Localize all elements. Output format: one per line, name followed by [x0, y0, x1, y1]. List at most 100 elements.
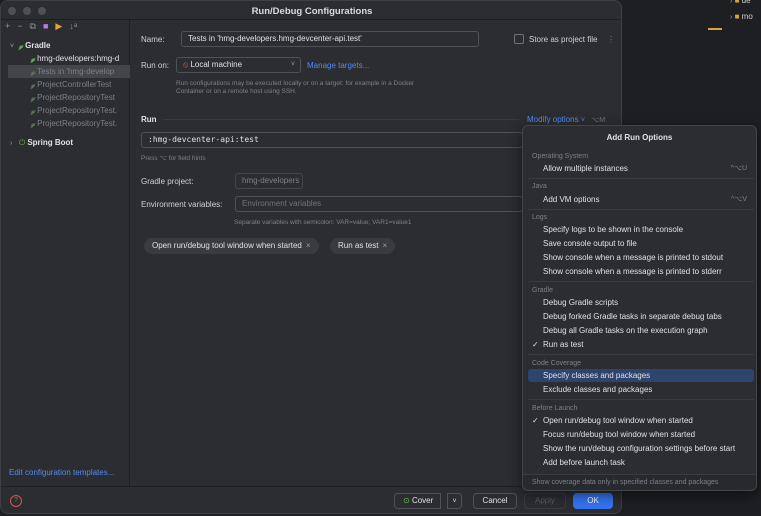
gradle-project-field[interactable]: hmg-developers	[235, 173, 303, 189]
option-shortcut: ^⌥U	[730, 165, 747, 172]
chevron-down-icon: ˅	[10, 43, 15, 50]
title-bar: Run/Debug Configurations	[1, 1, 621, 20]
option-debug-gradle-scripts[interactable]: Debug Gradle scripts	[528, 296, 754, 309]
tree-item-label: Tests in 'hmg-develop	[37, 67, 115, 76]
close-icon[interactable]: ×	[382, 241, 387, 250]
option-run-as-test[interactable]: ✓ Run as test	[528, 338, 754, 351]
option-label: Run as test	[543, 340, 584, 349]
option-label: Show console when a message is printed t…	[543, 253, 724, 262]
option-label: Save console output to file	[543, 239, 637, 248]
option-specify-logs[interactable]: Specify logs to be shown in the console	[528, 223, 754, 236]
option-show-settings-before-start[interactable]: Show the run/debug configuration setting…	[528, 442, 754, 455]
ok-button[interactable]: OK	[573, 493, 613, 509]
option-exclude-classes[interactable]: Exclude classes and packages	[528, 383, 754, 396]
field-hint: Press ⌥ for field hints	[141, 155, 206, 162]
remove-icon[interactable]: −	[17, 21, 22, 31]
apply-button[interactable]: Apply	[524, 493, 566, 509]
chip-label: Run as test	[338, 241, 379, 250]
chevron-right-icon: ›	[730, 14, 733, 21]
tree-item-config[interactable]: 𝓰 ProjectRepositoryTest.	[1, 117, 130, 130]
edit-templates-link[interactable]: Edit configuration templates...	[9, 468, 114, 477]
chevron-right-icon: ›	[10, 140, 13, 147]
gradle-icon: 𝓰	[31, 108, 36, 115]
option-open-tool-window[interactable]: ✓ Open run/debug tool window when starte…	[528, 414, 754, 427]
option-label: Debug Gradle scripts	[543, 298, 619, 307]
env-variables-field[interactable]: Environment variables	[235, 196, 523, 212]
dialog-title: Run/Debug Configurations	[251, 6, 373, 17]
tree-item-config[interactable]: 𝓰 ProjectControllerTest	[1, 78, 130, 91]
option-shortcut: ^⌥V	[730, 196, 747, 203]
group-divider	[528, 178, 754, 179]
help-button[interactable]: ?	[10, 495, 22, 507]
option-specify-classes[interactable]: Specify classes and packages	[528, 369, 754, 382]
gradle-icon: 𝓰	[31, 82, 36, 89]
add-icon[interactable]: +	[5, 21, 10, 31]
group-header: Before Launch	[532, 405, 578, 412]
option-show-console-stderr[interactable]: Show console when a message is printed t…	[528, 265, 754, 278]
option-allow-multiple-instances[interactable]: Allow multiple instances ^⌥U	[528, 162, 754, 175]
gradle-project-label: Gradle project:	[141, 177, 194, 186]
save-icon[interactable]: ■	[43, 21, 48, 31]
group-divider	[528, 209, 754, 210]
background-editor-marker	[708, 28, 722, 30]
modify-options-label: Modify options	[527, 115, 579, 124]
option-add-vm-options[interactable]: Add VM options ^⌥V	[528, 193, 754, 206]
gradle-icon: 𝓰	[31, 56, 36, 63]
cover-button[interactable]: ⊙ Cover	[394, 493, 441, 509]
option-focus-tool-window[interactable]: Focus run/debug tool window when started	[528, 428, 754, 441]
option-label: Add before launch task	[543, 458, 625, 467]
chip-label: Open run/debug tool window when started	[152, 241, 302, 250]
group-header: Java	[532, 183, 547, 190]
sort-icon[interactable]: ↓ᵃ	[69, 21, 77, 31]
coverage-icon: ⊙	[403, 496, 410, 505]
group-header: Code Coverage	[532, 360, 582, 367]
modify-options-shortcut: ⌥M	[591, 117, 606, 124]
chevron-down-icon: ˅	[290, 61, 295, 68]
add-run-options-popup: Add Run Options Operating System Allow m…	[522, 125, 757, 491]
option-save-console-output[interactable]: Save console output to file	[528, 237, 754, 250]
spring-boot-icon: ⏻	[19, 138, 26, 147]
option-debug-forked-tasks[interactable]: Debug forked Gradle tasks in separate de…	[528, 310, 754, 323]
tree-item-gradle[interactable]: ˅ 𝓰 Gradle	[1, 39, 130, 52]
modify-options-link[interactable]: Modify options ˅ ⌥M	[527, 115, 605, 124]
tree-item-config-selected[interactable]: 𝓰 Tests in 'hmg-develop	[8, 65, 130, 78]
cover-label: Cover	[411, 496, 434, 505]
option-debug-all-tasks[interactable]: Debug all Gradle tasks on the execution …	[528, 324, 754, 337]
option-chip[interactable]: Open run/debug tool window when started ×	[144, 238, 319, 254]
tree-item-config[interactable]: 𝓰 hmg-developers:hmg-d	[1, 52, 130, 65]
name-field[interactable]: Tests in 'hmg-developers.hmg-devcenter-a…	[181, 31, 479, 47]
tree-item-label: Spring Boot	[27, 138, 74, 147]
folder-icon[interactable]: ▶	[55, 21, 62, 32]
tree-item-label: Gradle	[25, 41, 51, 50]
tree-item-config[interactable]: 𝓰 ProjectRepositoryTest.	[1, 104, 130, 117]
env-variables-hint: Separate variables with semicolon: VAR=v…	[234, 219, 412, 226]
checkmark-icon: ✓	[532, 340, 539, 349]
tree-toolbar: + − ⧉ ■ ▶ ↓ᵃ	[5, 20, 77, 32]
tree-item-config[interactable]: 𝓰 ProjectRepositoryTest	[1, 91, 130, 104]
cover-dropdown-button[interactable]: ˅	[447, 493, 462, 509]
gradle-icon: 𝓰	[31, 69, 36, 76]
background-tree-item: › ■ de	[730, 0, 751, 5]
env-variables-label: Environment variables:	[141, 200, 223, 209]
run-on-dropdown[interactable]: ⦸ Local machine ˅	[176, 57, 301, 73]
gradle-icon: 𝓰	[31, 95, 36, 102]
tree-item-label: ProjectRepositoryTest	[37, 93, 115, 102]
cancel-button[interactable]: Cancel	[473, 493, 517, 509]
option-label: Show console when a message is printed t…	[543, 267, 722, 276]
option-chip[interactable]: Run as test ×	[330, 238, 396, 254]
option-add-before-launch-task[interactable]: Add before launch task	[528, 456, 754, 469]
group-divider	[528, 399, 754, 400]
close-icon[interactable]: ×	[306, 241, 311, 250]
tree-item-spring-boot[interactable]: › ⏻ Spring Boot	[1, 136, 130, 149]
target-icon: ⦸	[183, 60, 189, 69]
group-header: Operating System	[532, 153, 589, 160]
run-on-hint: Run configurations may be executed local…	[176, 80, 415, 95]
chevron-down-icon: ˅	[580, 117, 585, 124]
manage-targets-link[interactable]: Manage targets...	[307, 61, 369, 70]
background-project-tree: › ■ de › ■ mo	[730, 0, 761, 30]
copy-icon[interactable]: ⧉	[30, 21, 36, 32]
store-as-project-checkbox[interactable]	[514, 34, 524, 44]
option-show-console-stdout[interactable]: Show console when a message is printed t…	[528, 251, 754, 264]
tasks-field[interactable]: :hmg-devcenter-api:test	[141, 132, 523, 148]
more-vertical-icon[interactable]: ⋮	[607, 35, 615, 44]
